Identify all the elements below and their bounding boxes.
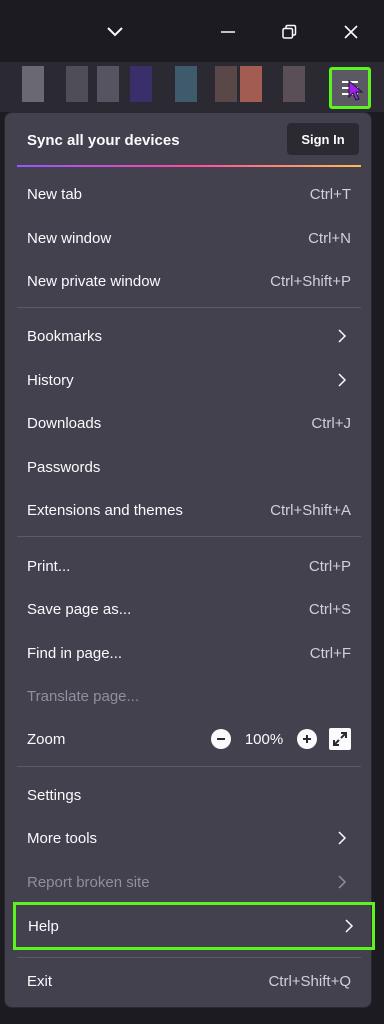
menu-item-shortcut: Ctrl+P [308,557,351,575]
zoom-out-button[interactable] [211,729,231,749]
menu-item-new-tab[interactable]: New tab Ctrl+T [13,175,365,213]
chevron-right-icon [344,918,358,934]
menu-item-label: New private window [27,272,161,290]
zoom-in-button[interactable] [297,729,317,749]
menu-item-shortcut: Ctrl+S [308,600,351,618]
zoom-level[interactable]: 100% [243,731,285,748]
menu-item-label: Zoom [27,730,66,748]
sync-label: Sync all your devices [27,132,180,149]
menu-separator [17,307,361,308]
blurred-tab[interactable] [97,66,119,102]
menu-item-more-tools[interactable]: More tools [13,819,365,857]
close-icon [344,25,358,39]
chevron-right-icon [337,830,351,846]
blurred-tab[interactable] [283,66,305,102]
title-bar [0,0,384,62]
menu-item-shortcut: Ctrl+N [308,229,351,247]
menu-item-new-window[interactable]: New window Ctrl+N [13,219,365,257]
menu-item-shortcut: Ctrl+J [311,414,351,432]
menu-item-print[interactable]: Print... Ctrl+P [13,547,365,585]
chevron-right-icon [337,874,351,890]
menu-item-exit[interactable]: Exit Ctrl+Shift+Q [13,962,365,1000]
chevron-right-icon [337,372,351,388]
menu-item-label: Find in page... [27,644,123,662]
menu-item-find-in-page[interactable]: Find in page... Ctrl+F [13,634,365,672]
menu-item-history[interactable]: History [13,361,365,399]
minimize-button[interactable] [210,14,246,50]
menu-item-help[interactable]: Help [13,902,375,950]
menu-item-new-private-window[interactable]: New private window Ctrl+Shift+P [13,262,365,300]
close-button[interactable] [333,14,369,50]
menu-item-save-page-as[interactable]: Save page as... Ctrl+S [13,590,365,628]
restore-button[interactable] [271,14,307,50]
menu-item-shortcut: Ctrl+T [309,185,351,203]
menu-item-shortcut: Ctrl+Shift+P [270,272,351,290]
plus-icon [303,735,311,743]
sync-row: Sync all your devices Sign In [5,113,371,167]
blurred-tab[interactable] [130,66,152,102]
blurred-tab[interactable] [240,66,262,102]
menu-item-extensions-and-themes[interactable]: Extensions and themes Ctrl+Shift+A [13,491,365,529]
menu-item-report-broken-site: Report broken site [13,863,365,901]
menu-item-label: Exit [27,972,53,990]
blurred-tab[interactable] [215,66,237,102]
menu-item-shortcut: Ctrl+Shift+Q [268,972,351,990]
menu-item-label: Passwords [27,458,101,476]
sign-in-button[interactable]: Sign In [287,123,359,155]
menu-item-downloads[interactable]: Downloads Ctrl+J [13,404,365,442]
menu-item-label: Downloads [27,414,102,432]
menu-item-label: New tab [27,185,83,203]
minus-icon [217,738,225,740]
menu-item-label: Extensions and themes [27,501,183,519]
menu-item-label: Save page as... [27,600,132,618]
menu-item-label: History [27,371,74,389]
menu-item-zoom: Zoom 100% [13,720,365,758]
menu-item-shortcut: Ctrl+F [309,644,351,662]
menu-separator [17,536,361,537]
menu-item-shortcut: Ctrl+Shift+A [270,501,351,519]
list-all-tabs-button[interactable] [97,14,133,50]
chevron-right-icon [337,328,351,344]
window-bottom-edge [0,1012,384,1024]
menu-item-label: Settings [27,786,82,804]
blurred-tab[interactable] [66,66,88,102]
menu-item-label: New window [27,229,112,247]
menu-separator [17,957,361,958]
blurred-tab[interactable] [175,66,197,102]
menu-separator [17,766,361,767]
menu-item-label: More tools [27,829,98,847]
cursor-icon [348,80,364,101]
restore-icon [282,24,297,39]
menu-item-settings[interactable]: Settings [13,776,365,814]
fullscreen-icon [333,732,347,746]
menu-item-translate-page: Translate page... [13,677,365,715]
menu-item-bookmarks[interactable]: Bookmarks [13,317,365,355]
chevron-down-icon [107,27,123,37]
blurred-tab[interactable] [22,66,44,102]
menu-item-label: Bookmarks [27,327,103,345]
app-menu-button[interactable] [329,67,371,109]
menu-item-label: Help [28,917,59,935]
menu-item-label: Print... [27,557,71,575]
menu-item-passwords[interactable]: Passwords [13,448,365,486]
sync-gradient-divider [17,165,361,167]
minimize-icon [221,31,235,33]
menu-item-label: Report broken site [27,873,150,891]
menu-item-label: Translate page... [27,687,140,705]
zoom-controls: 100% [211,728,351,750]
app-menu-panel: Sync all your devices Sign In New tab Ct… [4,112,375,1008]
fullscreen-button[interactable] [329,728,351,750]
